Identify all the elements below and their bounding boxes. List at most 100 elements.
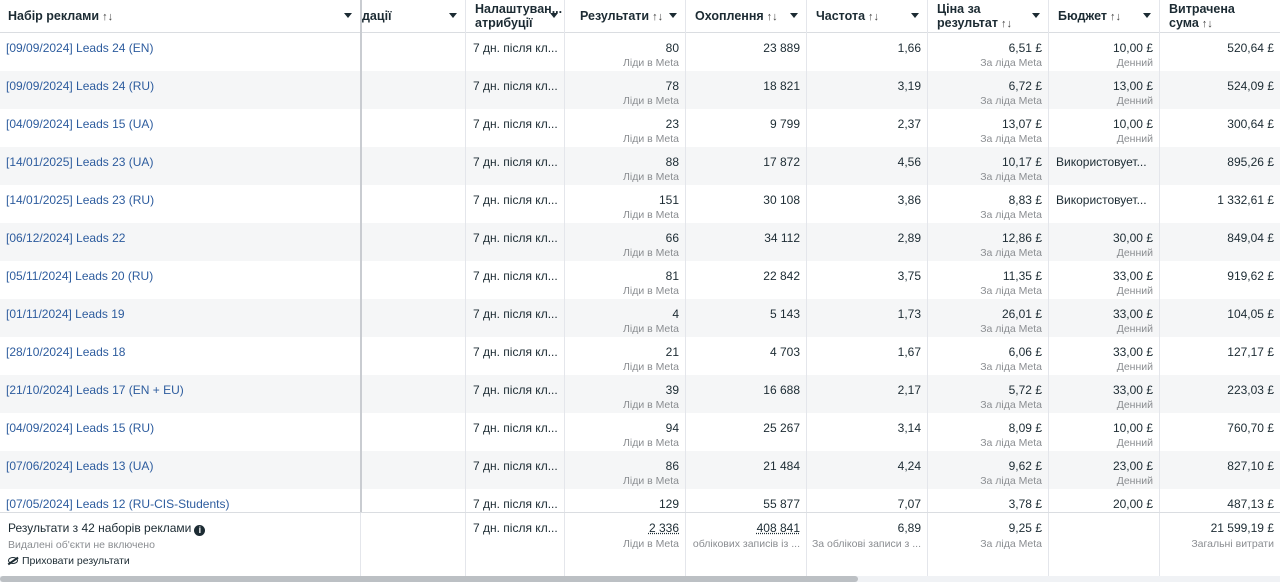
info-icon[interactable]: i	[194, 525, 206, 536]
delivery-cell	[362, 413, 466, 451]
header-name[interactable]: Набір реклами ↑↓	[0, 0, 361, 33]
column-divider[interactable]	[360, 0, 362, 582]
header-amount-spent[interactable]: Витрачена сума ↑↓	[1161, 0, 1280, 33]
attribution-cell: 7 дн. після кл...	[467, 147, 565, 185]
header-attribution-line2: атрибуції	[475, 16, 533, 30]
budget-type: Денний	[1116, 475, 1153, 487]
ad-set-name-link[interactable]: [28/10/2024] Leads 18	[6, 345, 125, 359]
hide-results-button[interactable]: Приховати результати	[8, 555, 130, 567]
budget-value[interactable]: 20,00 £	[1113, 497, 1153, 511]
ad-set-name-link[interactable]: [07/06/2024] Leads 13 (UA)	[6, 459, 153, 473]
chevron-down-icon[interactable]	[911, 13, 919, 18]
footer-cpr-cell: 9,25 £ За ліда Meta	[929, 513, 1049, 577]
attribution-value: 7 дн. після кл...	[473, 307, 558, 321]
ad-set-name-link[interactable]: [07/05/2024] Leads 12 (RU-CIS-Students)	[6, 497, 229, 511]
header-spend-line1: Витрачена	[1169, 2, 1235, 16]
budget-value[interactable]: 33,00 £	[1113, 345, 1153, 359]
cost-per-result-cell: 8,83 £ За ліда Meta	[929, 185, 1049, 223]
budget-value[interactable]: 10,00 £	[1113, 117, 1153, 131]
chevron-down-icon[interactable]	[1032, 13, 1040, 18]
sort-icon[interactable]: ↑↓	[868, 11, 879, 23]
ad-set-name-link[interactable]: [14/01/2025] Leads 23 (RU)	[6, 193, 154, 207]
budget-value[interactable]: 33,00 £	[1113, 383, 1153, 397]
budget-cell: Використовует...	[1050, 185, 1160, 223]
table-row[interactable]: [09/09/2024] Leads 24 (EN) 7 дн. після к…	[0, 33, 1280, 71]
sort-icon[interactable]: ↑↓	[652, 11, 663, 23]
budget-value[interactable]: 13,00 £	[1113, 79, 1153, 93]
footer-reach-total[interactable]: 408 841	[757, 521, 800, 535]
attribution-cell: 7 дн. після кл...	[467, 185, 565, 223]
table-row[interactable]: [07/06/2024] Leads 13 (UA) 7 дн. після к…	[0, 451, 1280, 489]
chevron-down-icon[interactable]	[790, 13, 798, 18]
frequency-cell: 3,14	[808, 413, 928, 451]
ad-set-name-link[interactable]: [21/10/2024] Leads 17 (EN + EU)	[6, 383, 184, 397]
sort-icon[interactable]: ↑↓	[767, 11, 778, 23]
cost-per-result-cell: 9,62 £ За ліда Meta	[929, 451, 1049, 489]
ad-set-name-cell: [28/10/2024] Leads 18	[0, 337, 361, 375]
ad-set-name-link[interactable]: [01/11/2024] Leads 19	[6, 307, 125, 321]
frequency-value: 2,37	[897, 117, 921, 131]
frequency-value: 4,24	[897, 459, 921, 473]
header-attribution[interactable]: Налаштуван... атрибуції	[467, 0, 565, 33]
amount-spent-cell: 1 332,61 £	[1161, 185, 1280, 223]
table-row[interactable]: [05/11/2024] Leads 20 (RU) 7 дн. після к…	[0, 261, 1280, 299]
attribution-value: 7 дн. після кл...	[473, 497, 558, 511]
ad-set-name-link[interactable]: [09/09/2024] Leads 24 (EN)	[6, 41, 153, 55]
ad-set-name-link[interactable]: [05/11/2024] Leads 20 (RU)	[6, 269, 153, 283]
budget-value[interactable]: 30,00 £	[1113, 231, 1153, 245]
amount-spent-cell: 849,04 £	[1161, 223, 1280, 261]
header-cost-per-result[interactable]: Ціна за результат ↑↓	[929, 0, 1049, 33]
reach-value: 21 484	[763, 459, 800, 473]
amount-spent-value: 524,09 £	[1227, 79, 1274, 93]
chevron-down-icon[interactable]	[550, 13, 558, 18]
budget-value[interactable]: 33,00 £	[1113, 307, 1153, 321]
ad-set-name-link[interactable]: [14/01/2025] Leads 23 (UA)	[6, 155, 153, 169]
amount-spent-cell: 524,09 £	[1161, 71, 1280, 109]
header-budget[interactable]: Бюджет ↑↓	[1050, 0, 1160, 33]
table-row[interactable]: [04/09/2024] Leads 15 (UA) 7 дн. після к…	[0, 109, 1280, 147]
ad-sets-table: Набір реклами ↑↓ дації Налаштуван... атриб…	[0, 0, 1280, 582]
cost-per-result-type: За ліда Meta	[980, 361, 1042, 373]
ad-set-name-link[interactable]: [04/09/2024] Leads 15 (RU)	[6, 421, 154, 435]
results-type: Ліди в Meta	[623, 133, 679, 145]
table-row[interactable]: [28/10/2024] Leads 18 7 дн. після кл... …	[0, 337, 1280, 375]
budget-value[interactable]: 10,00 £	[1113, 421, 1153, 435]
sort-icon[interactable]: ↑↓	[1202, 18, 1213, 30]
reach-value: 17 872	[763, 155, 800, 169]
table-row[interactable]: [01/11/2024] Leads 19 7 дн. після кл... …	[0, 299, 1280, 337]
sort-icon[interactable]: ↑↓	[1110, 11, 1121, 23]
chevron-down-icon[interactable]	[344, 13, 352, 18]
footer-results-total[interactable]: 2 336	[649, 521, 679, 535]
chevron-down-icon[interactable]	[1143, 13, 1151, 18]
scrollbar-thumb[interactable]	[0, 576, 858, 582]
delivery-cell	[362, 299, 466, 337]
header-delivery[interactable]: дації	[362, 0, 466, 33]
budget-value[interactable]: 33,00 £	[1113, 269, 1153, 283]
table-row[interactable]: [06/12/2024] Leads 22 7 дн. після кл... …	[0, 223, 1280, 261]
header-frequency[interactable]: Частота ↑↓	[808, 0, 928, 33]
amount-spent-cell: 300,64 £	[1161, 109, 1280, 147]
delivery-cell	[362, 109, 466, 147]
ad-set-name-link[interactable]: [04/09/2024] Leads 15 (UA)	[6, 117, 153, 131]
cost-per-result-value: 10,17 £	[1001, 155, 1042, 169]
attribution-value: 7 дн. після кл...	[473, 41, 558, 55]
chevron-down-icon[interactable]	[449, 13, 457, 18]
table-row[interactable]: [21/10/2024] Leads 17 (EN + EU) 7 дн. пі…	[0, 375, 1280, 413]
ad-set-name-link[interactable]: [09/09/2024] Leads 24 (RU)	[6, 79, 154, 93]
results-cell: 39 Ліди в Meta	[566, 375, 686, 413]
budget-value[interactable]: 10,00 £	[1113, 41, 1153, 55]
table-row[interactable]: [09/09/2024] Leads 24 (RU) 7 дн. після к…	[0, 71, 1280, 109]
sort-icon[interactable]: ↑↓	[1001, 18, 1012, 30]
budget-value[interactable]: 23,00 £	[1113, 459, 1153, 473]
table-row[interactable]: [14/01/2025] Leads 23 (RU) 7 дн. після к…	[0, 185, 1280, 223]
header-reach[interactable]: Охоплення ↑↓	[687, 0, 807, 33]
chevron-down-icon[interactable]	[669, 13, 677, 18]
table-row[interactable]: [04/09/2024] Leads 15 (RU) 7 дн. після к…	[0, 413, 1280, 451]
cost-per-result-value: 11,35 £	[1002, 269, 1042, 283]
cost-per-result-type: За ліда Meta	[980, 475, 1042, 487]
ad-set-name-link[interactable]: [06/12/2024] Leads 22	[6, 231, 125, 245]
sort-icon[interactable]: ↑↓	[102, 11, 113, 23]
horizontal-scrollbar[interactable]	[0, 576, 1280, 582]
table-row[interactable]: [14/01/2025] Leads 23 (UA) 7 дн. після к…	[0, 147, 1280, 185]
header-results[interactable]: Результати ↑↓	[566, 0, 686, 33]
